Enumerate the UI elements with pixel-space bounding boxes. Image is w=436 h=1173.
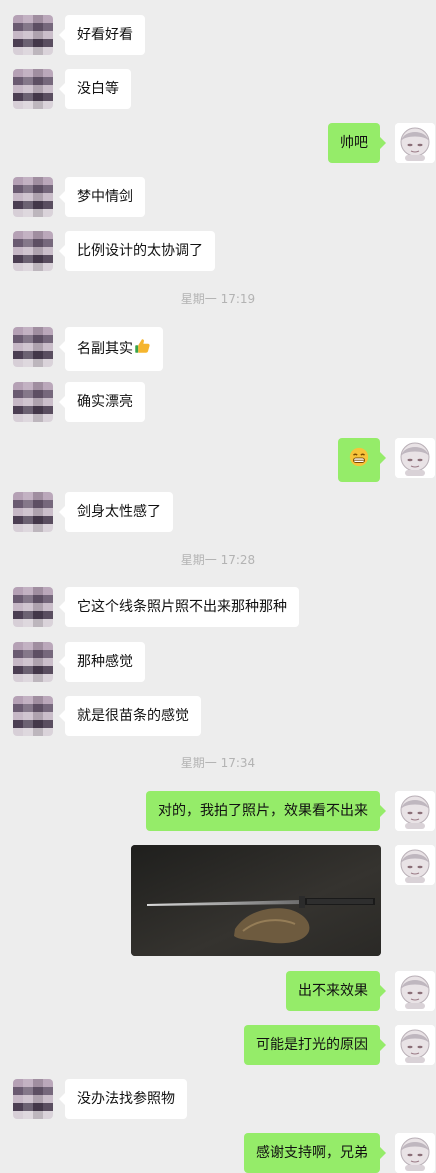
contact-avatar[interactable] (13, 587, 53, 627)
contact-avatar[interactable] (13, 642, 53, 682)
cartoon-face-icon (395, 791, 435, 831)
message-bubble[interactable]: 没白等 (59, 69, 131, 109)
message-bubble[interactable]: 梦中情剑 (59, 177, 145, 217)
self-avatar[interactable] (395, 971, 435, 1011)
cartoon-face-icon (395, 438, 435, 478)
message-bubble[interactable]: 比例设计的太协调了 (59, 231, 215, 271)
contact-avatar[interactable] (13, 327, 53, 367)
message-bubble[interactable]: 帅吧 (328, 123, 386, 163)
thumbs-up-icon (133, 337, 151, 361)
cartoon-face-icon (395, 971, 435, 1011)
message-bubble[interactable]: 就是很苗条的感觉 (59, 696, 201, 736)
self-avatar[interactable] (395, 438, 435, 478)
message-bubble[interactable]: 感谢支持啊，兄弟 (244, 1133, 386, 1173)
message-bubble[interactable]: 对的，我拍了照片，效果看不出来 (146, 791, 386, 831)
message-bubble[interactable]: 名副其实 (59, 327, 163, 371)
grin-face-icon (348, 446, 370, 474)
self-avatar[interactable] (395, 1025, 435, 1065)
self-avatar[interactable] (395, 791, 435, 831)
message-bubble[interactable]: 它这个线条照片照不出来那种那种 (59, 587, 299, 627)
message-bubble[interactable]: 那种感觉 (59, 642, 145, 682)
timestamp: 星期一 17:34 (180, 756, 256, 770)
message-bubble[interactable]: 剑身太性感了 (59, 492, 173, 532)
sword-photo[interactable] (131, 845, 381, 956)
contact-avatar[interactable] (13, 382, 53, 422)
cartoon-face-icon (395, 1025, 435, 1065)
contact-avatar[interactable] (13, 69, 53, 109)
contact-avatar[interactable] (13, 15, 53, 55)
contact-avatar[interactable] (13, 1079, 53, 1119)
contact-avatar[interactable] (13, 177, 53, 217)
timestamp: 星期一 17:28 (180, 553, 256, 567)
contact-avatar[interactable] (13, 492, 53, 532)
self-avatar[interactable] (395, 1133, 435, 1173)
message-bubble[interactable]: 确实漂亮 (59, 382, 145, 422)
message-bubble[interactable]: 出不来效果 (286, 971, 386, 1011)
self-avatar[interactable] (395, 845, 435, 885)
timestamp: 星期一 17:19 (180, 292, 256, 306)
self-avatar[interactable] (395, 123, 435, 163)
contact-avatar[interactable] (13, 696, 53, 736)
message-bubble[interactable]: 可能是打光的原因 (244, 1025, 386, 1065)
contact-avatar[interactable] (13, 231, 53, 271)
cartoon-face-icon (395, 1133, 435, 1173)
message-bubble[interactable]: 没办法找参照物 (59, 1079, 187, 1119)
message-bubble[interactable]: 好看好看 (59, 15, 145, 55)
message-bubble[interactable] (338, 438, 386, 482)
cartoon-face-icon (395, 845, 435, 885)
message-text: 名副其实 (77, 341, 133, 357)
cartoon-face-icon (395, 123, 435, 163)
sword-photo-image (131, 845, 381, 956)
